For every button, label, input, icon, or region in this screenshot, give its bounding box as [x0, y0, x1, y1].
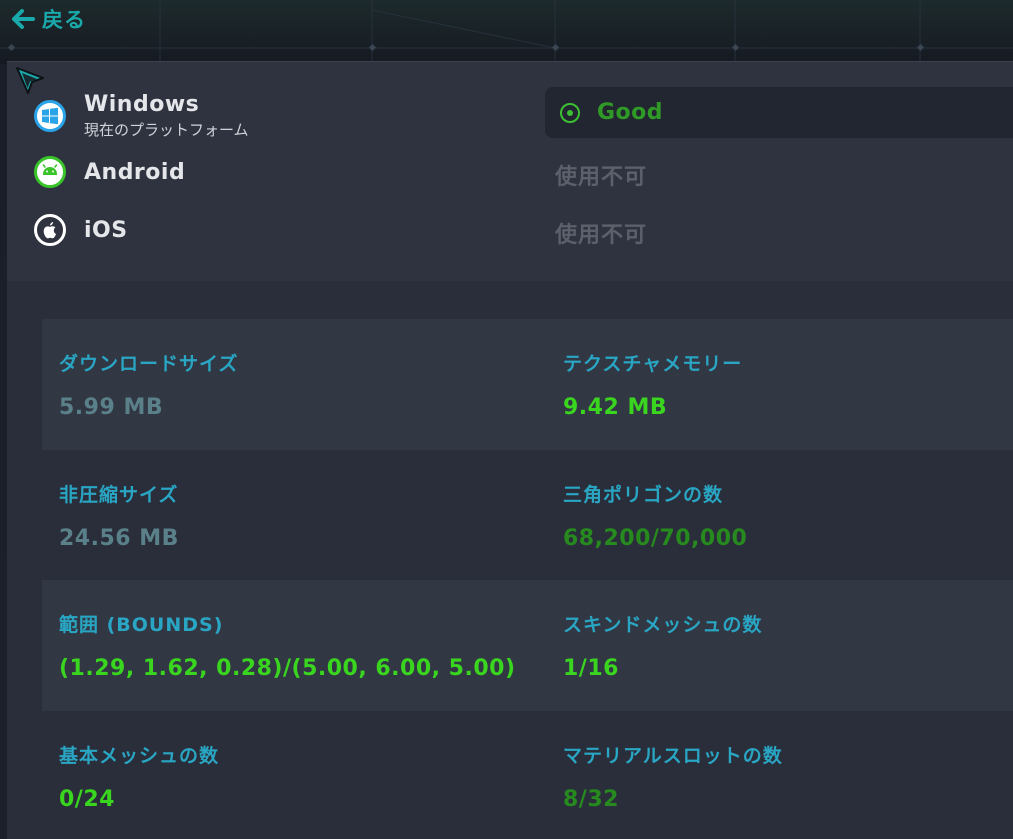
stat-value: 1/16: [563, 656, 619, 681]
arrow-left-icon: [12, 9, 35, 29]
stat-label: マテリアルスロットの数: [563, 745, 783, 767]
android-status-text: 使用不可: [555, 165, 648, 190]
stat-value: (1.29, 1.62, 0.28)/(5.00, 6.00, 5.00): [59, 656, 516, 681]
stats-row: ダウンロードサイズ 5.99 MB テクスチャメモリー 9.42 MB: [42, 319, 1013, 450]
stat-value: 68,200/70,000: [563, 526, 748, 551]
back-button[interactable]: 戻る: [10, 4, 86, 34]
platform-row-ios: iOS: [34, 214, 128, 246]
platform-name: Android: [84, 159, 186, 185]
windows-status-badge: Good: [545, 87, 1013, 138]
stats-row: 基本メッシュの数 0/24 マテリアルスロットの数 8/32: [42, 711, 1013, 839]
platform-row-windows: Windows 現在のプラットフォーム: [34, 92, 249, 140]
mouse-cursor-icon: [16, 67, 44, 94]
stat-label: 三角ポリゴンの数: [563, 484, 724, 506]
back-label: 戻る: [42, 8, 86, 32]
windows-icon: [34, 100, 66, 132]
platform-row-android: Android: [34, 156, 185, 188]
stat-label: ダウンロードサイズ: [59, 353, 239, 375]
status-dot-icon: [560, 102, 580, 123]
apple-icon: [34, 214, 66, 246]
platform-subtitle: 現在のプラットフォーム: [84, 121, 249, 139]
android-icon: [34, 156, 66, 188]
stat-value: 9.42 MB: [563, 395, 668, 420]
stats-row: 非圧縮サイズ 24.56 MB 三角ポリゴンの数 68,200/70,000: [42, 450, 1013, 581]
stat-label: 範囲 (BOUNDS): [59, 614, 224, 636]
stat-value: 5.99 MB: [59, 395, 164, 420]
platform-name: iOS: [84, 217, 128, 243]
stat-value: 24.56 MB: [59, 526, 179, 551]
stat-label: スキンドメッシュの数: [563, 614, 763, 636]
stat-label: テクスチャメモリー: [563, 353, 743, 375]
stats-row: 範囲 (BOUNDS) (1.29, 1.62, 0.28)/(5.00, 6.…: [42, 580, 1013, 711]
platform-name: Windows: [84, 92, 200, 117]
stat-value: 8/32: [563, 787, 619, 812]
stat-label: 非圧縮サイズ: [59, 484, 179, 506]
stat-label: 基本メッシュの数: [59, 745, 220, 767]
ios-status-text: 使用不可: [555, 223, 648, 248]
stat-value: 0/24: [59, 787, 115, 812]
status-label: Good: [597, 100, 664, 125]
performance-stats-screen: 戻る Windows 現在のプラットフォーム Android iOS Good …: [0, 0, 1013, 839]
header-background: [0, 0, 1013, 64]
